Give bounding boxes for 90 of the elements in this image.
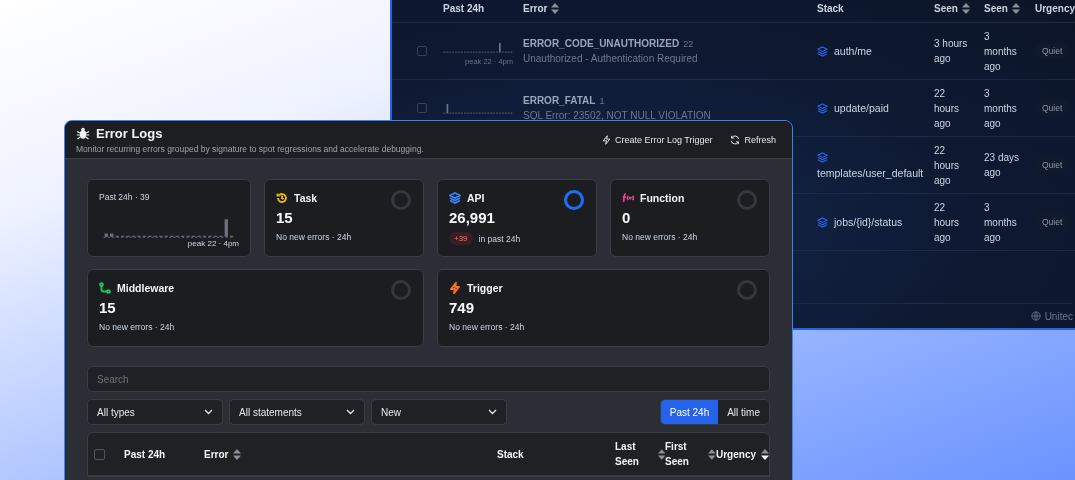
stack-path: update/paid — [834, 102, 889, 114]
column-header: Stack — [497, 447, 524, 462]
column-header: Urgency — [716, 447, 756, 462]
card-note: No new errors · 24h — [276, 232, 352, 242]
range-tab[interactable]: Past 24h — [660, 400, 719, 424]
card-value: 749 — [449, 299, 476, 316]
function-icon — [622, 192, 634, 204]
bolt-icon — [601, 134, 611, 145]
error-name: ERROR_FATAL — [523, 95, 596, 106]
card-note: No new errors · 24h — [449, 322, 525, 332]
sort-icon[interactable] — [761, 448, 769, 460]
panel-subtitle: Monitor recurring errors grouped by signature to spot regressions and accelerate debugging. — [76, 143, 424, 154]
error-count: 22 — [683, 39, 694, 49]
stack-path: jobs/{id}/status — [834, 216, 903, 228]
card-title: Task — [294, 192, 318, 204]
chevron-down-icon — [488, 409, 497, 415]
column-header: Stack — [817, 2, 844, 14]
urgency-badge: Quiet — [1035, 43, 1070, 59]
urgency-badge: Quiet — [1035, 214, 1070, 230]
card-note: in past 24h — [478, 233, 521, 244]
range-tab[interactable]: All time — [718, 400, 769, 424]
row-checkbox[interactable] — [417, 46, 427, 56]
layers-icon — [449, 192, 461, 204]
error-message: Unauthorized - Authentication Required — [523, 53, 699, 64]
progress-ring — [736, 189, 758, 211]
column-header: Past 24h — [124, 447, 166, 462]
last-seen: 3 hours ago — [934, 37, 969, 66]
card-value: 0 — [622, 209, 632, 226]
peak-label: peak 22 · 4pm — [187, 239, 239, 248]
layers-icon — [817, 216, 828, 228]
card-note: No new errors · 24h — [622, 232, 698, 242]
filter-dropdown[interactable]: All types — [87, 399, 223, 425]
sort-icon[interactable] — [961, 2, 970, 14]
chevron-down-icon — [346, 409, 355, 415]
stack-path: templates/user_default — [817, 166, 924, 179]
card-title: Trigger — [467, 282, 503, 294]
history-icon — [276, 192, 288, 204]
error-message: SQL Error: 23502, NOT NULL VIOLATION — [523, 110, 712, 121]
select-all-checkbox[interactable] — [94, 448, 105, 460]
column-header: Error — [523, 2, 548, 14]
urgency-badge: Quiet — [1035, 157, 1070, 173]
summary-label: Past 24h · 39 — [99, 192, 151, 202]
first-seen: 3 months ago — [984, 86, 1018, 131]
stack-path: auth/me — [834, 45, 872, 57]
card-title: Middleware — [117, 282, 175, 294]
first-seen: 23 days ago — [984, 151, 1021, 180]
layers-icon — [817, 151, 828, 163]
column-header: Urgency — [1035, 2, 1075, 14]
layers-icon — [817, 45, 828, 57]
column-header: Seen — [984, 2, 1008, 14]
last-seen: 22 hours ago — [934, 200, 960, 245]
chevron-down-icon — [204, 409, 213, 415]
row-checkbox[interactable] — [417, 103, 427, 113]
urgency-badge: Quiet — [1035, 100, 1070, 116]
bolt-icon — [449, 282, 461, 294]
progress-ring — [736, 279, 758, 301]
search-field[interactable]: Search — [87, 366, 770, 392]
error-name: ERROR_CODE_UNAUTHORIZED — [523, 38, 680, 49]
sort-icon[interactable] — [1011, 2, 1020, 14]
column-header: Past 24h — [443, 2, 485, 14]
refresh-button[interactable]: Refresh — [730, 134, 776, 145]
column-header: Last Seen — [615, 440, 640, 469]
progress-ring — [390, 189, 412, 211]
card-note: No new errors · 24h — [99, 322, 175, 332]
column-header: Error — [204, 447, 229, 462]
create-trigger-button[interactable]: Create Error Log Trigger — [601, 134, 713, 145]
refresh-icon — [730, 134, 741, 145]
first-seen: 3 months ago — [984, 29, 1018, 74]
last-seen: 22 hours ago — [934, 143, 960, 188]
card-value: 15 — [276, 209, 294, 226]
error-count: 1 — [599, 96, 605, 106]
route-icon — [99, 282, 111, 294]
delta-badge: +39 — [449, 232, 473, 245]
card-title: Function — [640, 192, 685, 204]
progress-ring — [390, 279, 412, 301]
column-header: Seen — [934, 2, 958, 14]
card-title: API — [467, 192, 485, 204]
filter-dropdown[interactable]: All statements — [229, 399, 365, 425]
column-header: First Seen — [665, 440, 690, 469]
first-seen: 3 months ago — [984, 200, 1018, 245]
panel-title: Error Logs — [96, 125, 163, 141]
region-label[interactable]: Unitec — [1044, 310, 1073, 322]
layers-icon — [817, 102, 828, 114]
card-value: 26,991 — [449, 209, 496, 226]
globe-icon — [1030, 311, 1041, 321]
last-seen: 22 hours ago — [934, 86, 960, 131]
bug-icon — [76, 126, 90, 140]
filter-dropdown[interactable]: New — [371, 399, 507, 425]
progress-ring — [563, 189, 585, 211]
card-value: 15 — [99, 299, 117, 316]
